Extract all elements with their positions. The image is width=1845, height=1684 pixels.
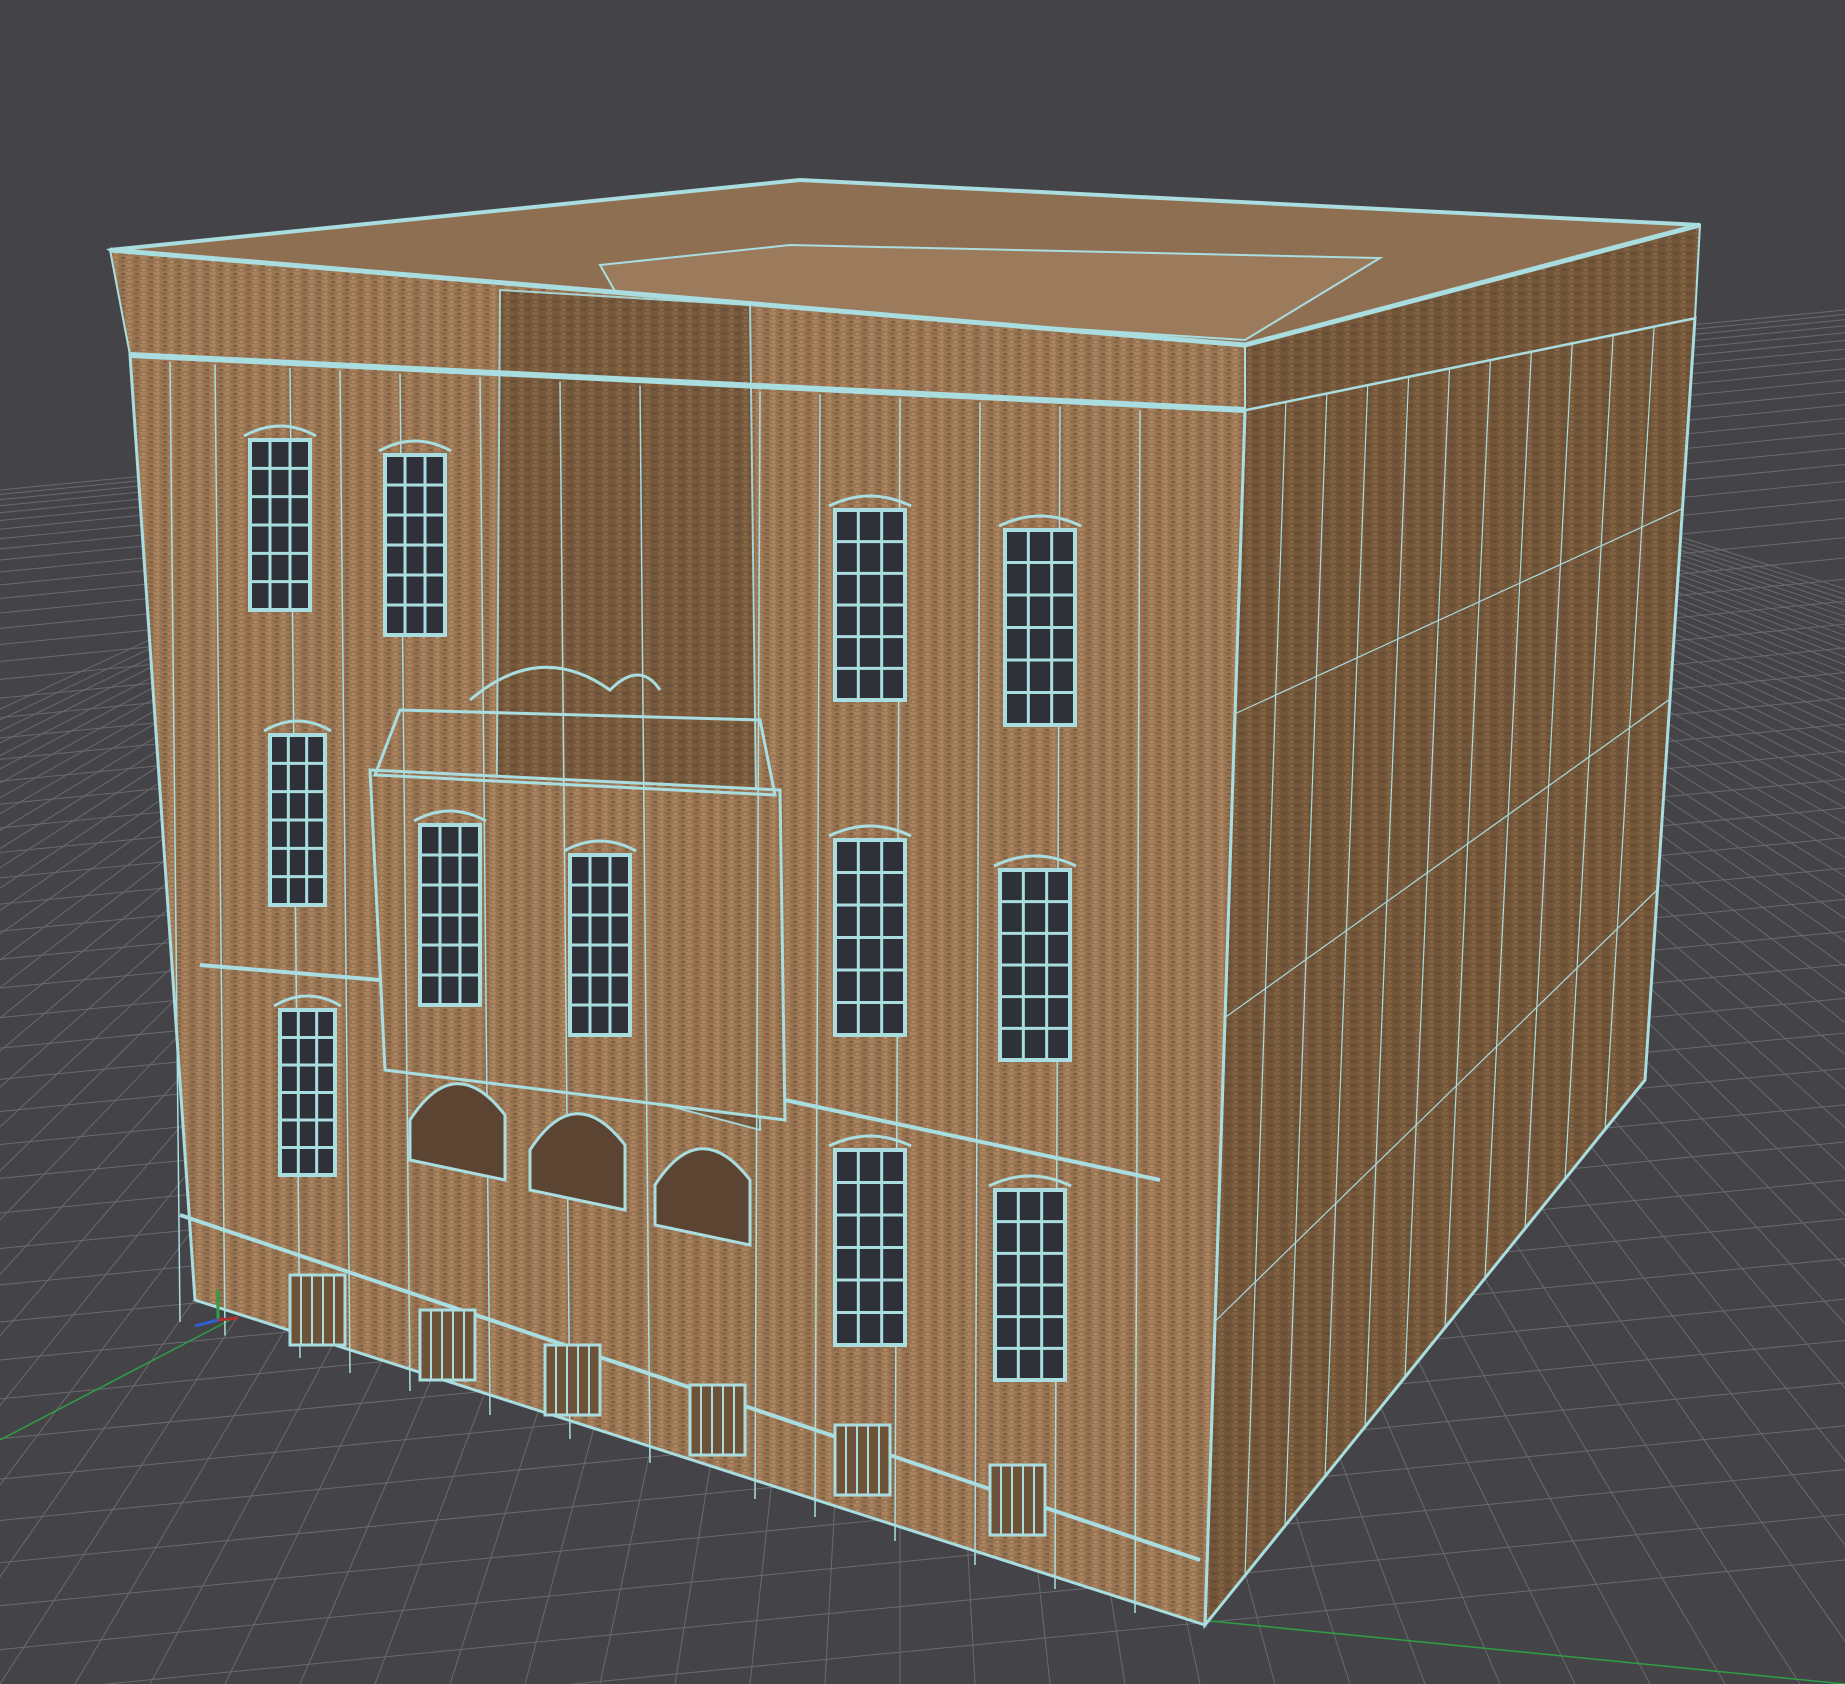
- basement-window: [988, 1463, 1047, 1537]
- viewport-canvas[interactable]: [0, 0, 1845, 1684]
- basement-window: [833, 1423, 892, 1497]
- basement-window: [543, 1343, 602, 1417]
- building-model[interactable]: [106, 178, 1702, 1630]
- basement-window: [418, 1308, 477, 1382]
- 3d-viewport[interactable]: [0, 0, 1845, 1684]
- grid-axis-line: [1199, 1619, 1845, 1684]
- building-right-face[interactable]: [1203, 316, 1697, 1630]
- basement-window: [288, 1273, 347, 1347]
- grid-line: [101, 1513, 1845, 1684]
- basement-window: [688, 1383, 747, 1457]
